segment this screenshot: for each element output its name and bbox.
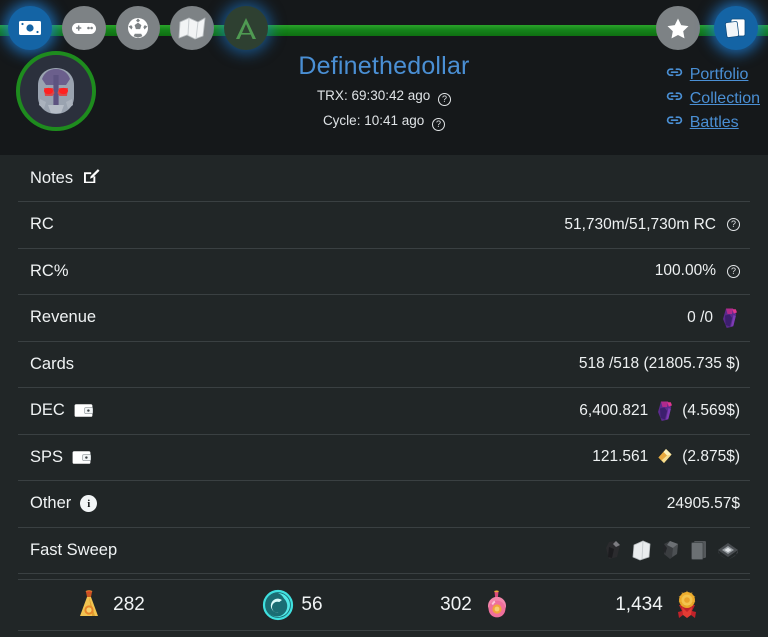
dec-usd: (4.569$) [682,401,740,419]
stat-pink-potion: 302 [384,589,567,621]
rc-label: RC [30,215,54,234]
resource-stats-bar: 282 56 302 1,434 [18,579,750,631]
other-value: 24905.57$ [666,494,740,512]
trx-status: TRX: 69:30:42 ago ? [0,87,768,106]
top-navigation [8,6,268,50]
sps-shard-icon [655,446,675,468]
sweep-item-5-icon[interactable] [716,539,740,561]
page-title: Definethedollar [298,52,470,80]
sweep-item-2-icon[interactable] [631,539,653,561]
row-sps: SPS 121.561 (2.875$) [18,435,750,481]
rc-percent-value: 100.00% [654,262,716,280]
stat-value: 282 [113,594,145,615]
stat-value: 1,434 [615,594,663,615]
header: Definethedollar TRX: 69:30:42 ago ? Cycl… [0,0,768,155]
dec-value: 6,400.821 [579,401,649,419]
dec-label-group: DEC [18,401,94,420]
row-fast-sweep: Fast Sweep [18,528,750,574]
fast-sweep-icons [604,539,750,561]
revenue-value: 0 /0 [687,308,713,326]
revenue-value-group: 0 /0 [687,307,750,329]
row-rc-percent: RC% 100.00% ? [18,249,750,295]
cycle-label: Cycle: [322,113,361,128]
stat-value: 56 [301,594,323,615]
soccer-ball-icon[interactable] [116,6,160,50]
link-icon [666,112,683,134]
notes-label: Notes [30,168,74,187]
rc-percent-help-icon[interactable]: ? [727,264,740,278]
trx-help-icon[interactable]: ? [438,93,452,106]
sps-label: SPS [30,447,64,466]
profile-title-block: Definethedollar TRX: 69:30:42 ago ? Cycl… [0,52,768,131]
stat-gold-medal: 1,434 [567,589,750,621]
money-icon[interactable] [8,6,52,50]
link-icon [666,88,683,110]
rc-percent-value-group: 100.00% ? [655,262,750,280]
cycle-status: Cycle: 10:41 ago ? [0,112,768,131]
cards-value: 518 /518 (21805.735 $) [578,355,740,373]
sps-usd: (2.875$) [682,448,740,466]
wallet-icon[interactable] [72,450,92,465]
teal-vortex-icon [262,589,294,621]
sps-label-group: SPS [18,447,92,467]
sweep-item-4-icon[interactable] [689,539,709,561]
avatar[interactable] [16,51,96,131]
rc-help-icon[interactable]: ? [727,218,740,232]
cycle-help-icon[interactable]: ? [432,118,446,131]
dec-gem-icon [655,400,675,422]
stat-value: 302 [440,594,472,615]
row-cards: Cards 518 /518 (21805.735 $) [18,342,750,388]
gamepad-icon[interactable] [62,6,106,50]
link-label: Portfolio [689,66,749,83]
notes-label-group: Notes [18,167,100,190]
link-battles[interactable]: Battles [666,112,760,134]
dec-gem-icon [720,307,740,329]
row-other: Other i 24905.57$ [18,481,750,528]
sweep-item-3-icon[interactable] [660,539,682,561]
other-label: Other [30,494,72,513]
link-collection[interactable]: Collection [666,88,760,110]
link-label: Collection [689,90,760,107]
cards-label: Cards [30,354,75,373]
rc-value: 51,730m/51,730m RC [564,215,716,233]
row-notes[interactable]: Notes [18,155,750,202]
fast-sweep-label: Fast Sweep [30,540,118,559]
rc-value-group: 51,730m/51,730m RC ? [564,216,750,234]
map-icon[interactable] [170,6,214,50]
gold-potion-icon [74,589,104,621]
sps-value: 121.561 [592,448,649,466]
edit-icon[interactable] [82,167,100,190]
wallet-icon[interactable] [74,403,94,418]
dec-label: DEC [30,401,65,420]
link-portfolio[interactable]: Portfolio [666,64,760,86]
app-root: Definethedollar TRX: 69:30:42 ago ? Cycl… [0,0,768,637]
cards-icon[interactable] [714,6,758,50]
link-label: Battles [689,114,739,131]
stat-gold-potion: 282 [18,589,201,621]
info-icon[interactable]: i [80,495,98,513]
stats-table: Notes RC 51,730m/51,730m RC ? RC% 100.00… [0,155,768,574]
other-label-group: Other i [18,494,98,513]
stat-teal-vortex: 56 [201,589,384,621]
top-navigation-right [656,6,758,50]
dec-value-group: 6,400.821 (4.569$) [579,400,750,422]
star-icon[interactable] [656,6,700,50]
profile-links: Portfolio Collection Battles [666,64,760,134]
sps-value-group: 121.561 (2.875$) [592,446,750,468]
pink-potion-icon [481,589,511,621]
trx-value: 69:30:42 ago [351,88,431,103]
cycle-value: 10:41 ago [364,113,425,128]
trx-label: TRX: [316,88,348,103]
sweep-item-1-icon[interactable] [604,539,624,561]
link-icon [666,64,683,86]
row-dec: DEC 6,400.821 (4.569$) [18,388,750,435]
row-revenue: Revenue 0 /0 [18,295,750,342]
rc-percent-label: RC% [30,261,69,280]
row-rc: RC 51,730m/51,730m RC ? [18,202,750,249]
gold-medal-icon [672,589,702,621]
letter-a-icon[interactable] [224,6,268,50]
revenue-label: Revenue [30,308,97,327]
